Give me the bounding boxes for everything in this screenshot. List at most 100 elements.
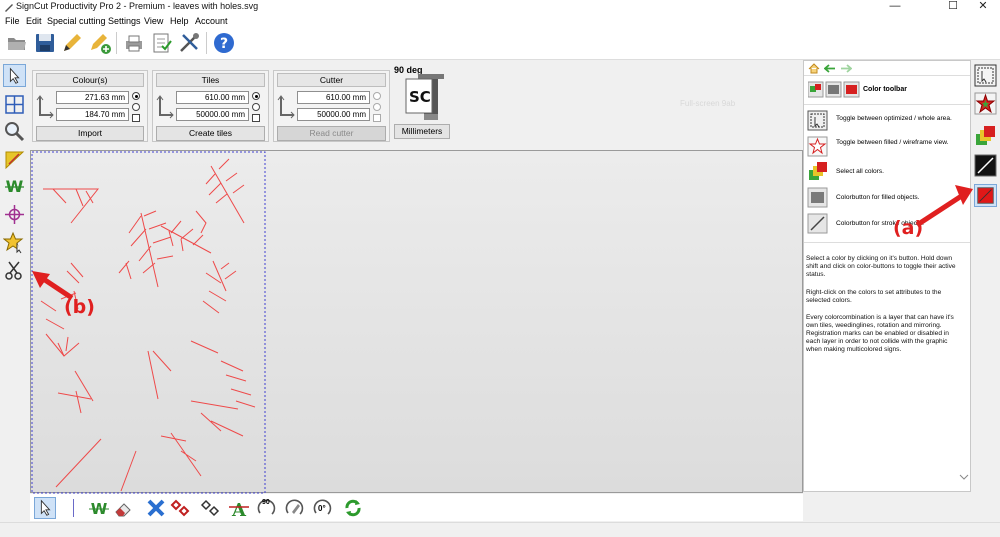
fullscreen-hint: Full-screen 9ab [680,99,736,108]
help-paragraph: Select a color by clicking on it's butto… [806,255,956,278]
menu-edit[interactable]: Edit [26,16,42,26]
scissors-icon[interactable] [3,259,26,282]
weeding-w-icon[interactable]: W [3,175,26,198]
open-folder-icon[interactable] [5,31,29,55]
eraser-icon[interactable] [112,497,134,519]
menu-account[interactable]: Account [195,16,228,26]
weeding-w-icon[interactable]: W [88,497,110,519]
dimension-axes-icon [277,95,295,119]
leaf-drawing [40,158,256,492]
registration-mark-icon[interactable] [3,203,26,226]
red-diamonds-icon[interactable] [170,497,192,519]
close-button[interactable]: ✕ [968,0,998,14]
drawing-canvas[interactable] [30,150,804,494]
tiles-panel: Tiles 610.00 mm 50000.00 mm Create tiles [152,70,269,142]
window-title: SignCut Productivity Pro 2 - Premium - l… [16,1,259,11]
toolbar-separator [116,32,117,54]
svg-text:A: A [231,500,247,519]
filled-colorbutton-icon [807,187,828,208]
menu-settings[interactable]: Settings [108,16,141,26]
grid-icon[interactable] [3,93,26,116]
material-boundary [31,151,266,494]
help-panel-title: Color toolbar [863,86,907,93]
color-layers-icon[interactable] [974,124,997,147]
left-toolbar: W [0,60,29,520]
annotation-b-label: (b) [64,296,95,318]
home-icon[interactable] [808,63,820,74]
select-colors-icon [809,162,827,180]
tiles-width-field[interactable]: 610.00 mm [176,91,249,104]
cursor-box-icon[interactable] [974,64,997,87]
read-cutter-button[interactable]: Read cutter [277,126,386,141]
import-button[interactable]: Import [36,126,144,141]
pointer-icon[interactable] [34,497,56,519]
back-arrow-icon[interactable] [824,64,836,73]
forward-arrow-icon[interactable] [840,64,852,73]
pointer-icon[interactable] [3,64,26,87]
cutter-panel: Cutter 610.00 mm 50000.00 mm Read cutter [273,70,390,142]
colours-lock-checkbox[interactable] [132,114,140,122]
rotate-zero-label: 0° [318,504,326,513]
blue-x-icon[interactable] [145,497,167,519]
save-icon[interactable] [33,31,57,55]
divider [804,75,970,76]
help-paragraph: Every colorcombination is a layer that c… [806,314,954,353]
tiles-height-field[interactable]: 50000.00 mm [176,108,249,121]
help-icon[interactable]: ? [212,31,236,55]
star-color-icon[interactable] [974,92,997,115]
dimension-axes-icon [36,95,54,119]
menu-view[interactable]: View [144,16,163,26]
tiles-height-radio[interactable] [252,103,260,111]
units-button[interactable]: Millimeters [394,124,450,139]
signcut-app-icon [5,4,13,12]
star-icon[interactable] [3,231,26,254]
cutter-width-radio[interactable] [373,92,381,100]
rotate-90-button[interactable]: 90 [256,497,278,519]
bottom-toolbar: W A 90 0° [30,494,803,521]
scroll-down-icon[interactable] [959,473,969,481]
sc-logo: SC [409,88,431,106]
refresh-icon[interactable] [342,497,364,519]
text-weed-icon[interactable]: A [228,497,250,519]
colours-width-field[interactable]: 271.63 mm [56,91,129,104]
create-tiles-button[interactable]: Create tiles [156,126,265,141]
black-stroke-icon[interactable] [974,154,997,177]
cutter-width-field[interactable]: 610.00 mm [297,91,370,104]
design-artwork[interactable] [31,151,804,494]
pencil-add-icon[interactable] [88,31,112,55]
magnifier-icon[interactable] [3,120,26,143]
dimension-axes-icon [156,95,174,119]
minimize-button[interactable]: — [880,0,910,14]
toolbar-separator [73,499,74,517]
printer-icon[interactable] [122,31,146,55]
filled-wireframe-icon [807,136,828,157]
rotate-90-label: 90 [262,499,270,506]
tiles-lock-checkbox[interactable] [252,114,260,122]
weed-triangle-icon[interactable] [3,148,26,171]
title-bar: SignCut Productivity Pro 2 - Premium - l… [0,0,1000,14]
help-item-text: Toggle between optimized / whole area. [836,115,952,122]
tools-icon[interactable] [177,31,201,55]
outline-diamonds-icon[interactable] [200,497,222,519]
annotation-a-label: (a) [893,217,924,239]
cutter-height-radio[interactable] [373,103,381,111]
menu-special-cutting[interactable]: Special cutting [47,16,106,26]
divider [804,104,970,105]
menu-help[interactable]: Help [170,16,189,26]
tiles-width-radio[interactable] [252,92,260,100]
colours-height-field[interactable]: 184.70 mm [56,108,129,121]
colours-height-radio[interactable] [132,103,140,111]
rotate-zero-button[interactable]: 0° [312,497,334,519]
cutter-lock-checkbox[interactable] [373,114,381,122]
checklist-icon[interactable] [150,31,174,55]
help-paragraph: Right-click on the colors to set attribu… [806,289,942,304]
colours-panel: Colour(s) 271.63 mm 184.70 mm Import [32,70,148,142]
colours-width-radio[interactable] [132,92,140,100]
rotate-pen-icon[interactable] [284,497,306,519]
rotation-preview[interactable]: SC [404,74,446,122]
menu-file[interactable]: File [5,16,20,26]
pencil-icon[interactable] [60,31,84,55]
cutter-height-field[interactable]: 50000.00 mm [297,108,370,121]
main-toolbar: ? [0,28,1000,60]
maximize-button[interactable]: ☐ [938,0,968,14]
